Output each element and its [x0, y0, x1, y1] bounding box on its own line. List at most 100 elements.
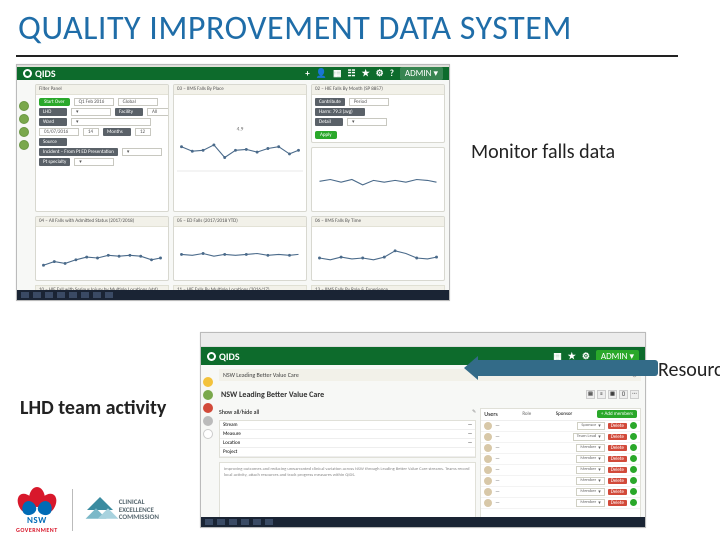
panel-03: 03 – IIMS Falls By Place 4.9 [173, 84, 307, 212]
global-select[interactable]: Global [118, 98, 158, 106]
properties-table: Stream— Measure— Location— Project [219, 420, 476, 458]
person-icon[interactable]: 👤 [316, 68, 327, 79]
qids-toolbar[interactable]: + 👤 ▦ ☷ ★ ⚙ ? ADMIN ▾ [305, 67, 443, 80]
side-nav-dot[interactable] [19, 114, 29, 124]
role-select[interactable]: Member [576, 466, 604, 474]
delete-button[interactable]: Delete [608, 423, 627, 429]
delete-button[interactable]: Delete [608, 445, 627, 451]
title-rule [16, 55, 678, 57]
role-select[interactable]: Member [576, 444, 604, 452]
date-from[interactable]: 01/07/2016 [39, 128, 79, 136]
side-nav-dot[interactable] [203, 377, 213, 387]
page-title-row: NSW Leading Better Value Care ▤ ≡ ▦ ▯ ⋯ [219, 388, 641, 403]
side-nav-dot[interactable] [19, 101, 29, 111]
chart-point-label: 4.9 [237, 127, 244, 133]
side-nav[interactable] [19, 101, 31, 150]
incident-select[interactable]: ▾ [122, 148, 162, 156]
qids-logo: QIDS [207, 350, 240, 363]
cell-label: Project [220, 449, 240, 455]
delete-button[interactable]: Delete [608, 456, 627, 462]
lhd-select[interactable]: ▾ [71, 108, 111, 116]
cell-label: Location [220, 440, 243, 446]
months-select[interactable]: 12 [135, 128, 151, 136]
delete-button[interactable]: Delete [608, 489, 627, 495]
cec-icon [87, 497, 113, 523]
show-hide[interactable]: Show all/hide all [219, 408, 259, 416]
grid-icon[interactable]: ▦ [333, 68, 342, 79]
members-header: Users Role Sponsor + Add members [481, 409, 640, 421]
cell-label: Measure [220, 431, 244, 437]
apply-button[interactable]: Apply [315, 131, 337, 139]
panel-05: 05 – ED Falls (2017/2018 YTD) [173, 216, 307, 281]
government-text: GOVERNMENT [16, 526, 58, 534]
line-chart-icon [315, 230, 441, 277]
table-row: Stream— [220, 421, 475, 430]
side-nav-dot[interactable] [203, 390, 213, 400]
qids-logo-icon [207, 352, 216, 361]
role-select[interactable]: Member [576, 455, 604, 463]
save-icon[interactable]: ✎ [472, 409, 476, 415]
line-chart-icon: 4.9 [177, 98, 303, 208]
delete-button[interactable]: Delete [608, 467, 627, 473]
incident-label: Incident – From Pt ED Presentation [39, 148, 118, 156]
table-icon[interactable]: ▦ [608, 390, 617, 399]
pt-select[interactable]: ▾ [74, 158, 114, 166]
member-name: — [495, 456, 573, 462]
date-day[interactable]: 14 [83, 128, 99, 136]
side-nav[interactable] [203, 377, 215, 439]
delete-button[interactable]: Delete [608, 434, 627, 440]
side-nav-dot[interactable] [203, 429, 213, 439]
dashboard-screenshot: QIDS + 👤 ▦ ☷ ★ ⚙ ? ADMIN ▾ Filter Panel … [16, 64, 450, 301]
member-name: — [495, 434, 570, 440]
lbv-content: NSW Leading Better Value Care ⊗ NSW Lead… [201, 365, 645, 527]
show-hide-row: Show all/hide all ✎ [219, 408, 476, 416]
user-badge[interactable]: ADMIN ▾ [400, 67, 443, 80]
avatar [484, 444, 492, 452]
status-ok-icon [630, 433, 637, 440]
detail-sel[interactable]: ▾ [347, 118, 387, 126]
more-icon[interactable]: ⋯ [630, 390, 639, 399]
side-nav-dot[interactable] [19, 140, 29, 150]
doc-icon[interactable]: ▯ [619, 390, 628, 399]
panel-body: Contribute Period Harm: 79.3 (avg) Detai… [312, 95, 444, 142]
role-select[interactable]: Member [576, 477, 604, 485]
page-title: NSW Leading Better Value Care [221, 390, 324, 400]
status-ok-icon [630, 499, 637, 506]
delete-button[interactable]: Delete [608, 478, 627, 484]
facility-select[interactable]: All [147, 108, 169, 116]
avatar [484, 499, 492, 507]
chart-icon[interactable]: ▤ [586, 390, 595, 399]
chart-04 [36, 227, 168, 280]
star-icon[interactable]: ★ [362, 68, 370, 79]
help-icon[interactable]: ? [390, 68, 394, 79]
status-ok-icon [630, 466, 637, 473]
delete-button[interactable]: Delete [608, 500, 627, 506]
avatar [484, 466, 492, 474]
ward-select[interactable]: ▾ [71, 118, 151, 126]
list-icon[interactable]: ≡ [597, 390, 606, 399]
facility-label: Facility [115, 108, 143, 116]
side-nav-dot[interactable] [203, 403, 213, 413]
panel-toolbar[interactable]: ▤ ≡ ▦ ▯ ⋯ [586, 390, 639, 399]
panel-header: 02 – HIE Falls By Month (SP 8857) [312, 85, 444, 95]
side-nav-dot[interactable] [203, 416, 213, 426]
nsw-gov-logo: NSW GOVERNMENT [16, 485, 58, 534]
plus-icon[interactable]: + [305, 68, 309, 79]
bell-icon[interactable]: ☷ [348, 68, 356, 79]
members-title: Users [484, 410, 498, 418]
role-select[interactable]: Member [576, 488, 604, 496]
role-select[interactable]: Team Lead [573, 433, 605, 441]
role-select[interactable]: Sponsor [577, 422, 604, 430]
period-select[interactable]: Period [349, 98, 389, 106]
period-from[interactable]: Q1 Feb 2016 [74, 98, 114, 106]
side-nav-dot[interactable] [19, 127, 29, 137]
start-over-button[interactable]: Start Over [39, 98, 70, 106]
role-select[interactable]: Member [576, 499, 604, 507]
filter-panel: Filter Panel Start Over Q1 Feb 2016 Glob… [35, 84, 169, 212]
dashboard-grid: Filter Panel Start Over Q1 Feb 2016 Glob… [17, 80, 449, 301]
add-members-button[interactable]: + Add members [597, 410, 637, 418]
member-row: —MemberDelete [481, 476, 640, 487]
gear-icon[interactable]: ⚙ [376, 68, 384, 79]
member-row: —MemberDelete [481, 443, 640, 454]
line-chart-icon [39, 230, 165, 277]
